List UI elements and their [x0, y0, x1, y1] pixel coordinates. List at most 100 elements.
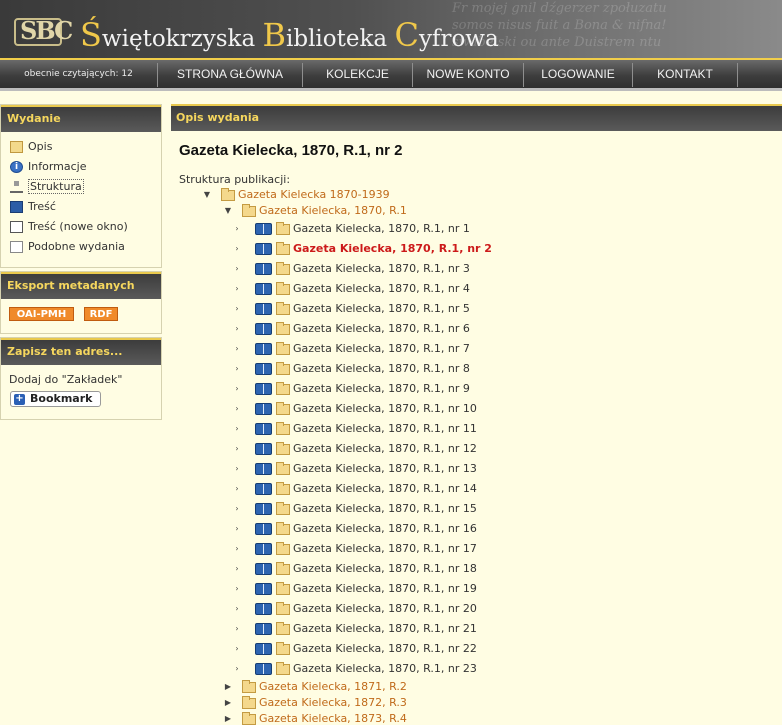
chevron-right-icon[interactable]: › [232, 299, 242, 319]
edition-link-description[interactable]: Opis [1, 137, 161, 157]
chevron-right-icon[interactable]: › [232, 219, 242, 239]
book-icon[interactable] [255, 603, 272, 615]
tree-item-label[interactable]: Gazeta Kielecka, 1870, R.1, nr 20 [293, 599, 477, 619]
book-icon[interactable] [255, 263, 272, 275]
tree-item-label[interactable]: Gazeta Kielecka, 1870, R.1, nr 6 [293, 319, 470, 339]
edition-link-info[interactable]: i Informacje [1, 157, 161, 177]
book-icon[interactable] [255, 403, 272, 415]
chevron-right-icon[interactable]: › [232, 639, 242, 659]
book-icon[interactable] [255, 663, 272, 675]
info-icon: i [10, 161, 23, 173]
folder-icon [276, 482, 290, 495]
tree-issue: › Gazeta Kielecka, 1870, R.1, nr 11 [0, 419, 782, 439]
chevron-right-icon[interactable]: › [232, 239, 242, 259]
tree-item-label[interactable]: Gazeta Kielecka, 1870, R.1, nr 9 [293, 379, 470, 399]
book-icon[interactable] [255, 563, 272, 575]
chevron-right-icon[interactable]: › [232, 319, 242, 339]
chevron-right-icon[interactable]: › [232, 279, 242, 299]
nav-new-account[interactable]: NOWE KONTO [413, 60, 523, 88]
tree-item-label[interactable]: Gazeta Kielecka, 1870, R.1, nr 12 [293, 439, 477, 459]
tree-item-label[interactable]: Gazeta Kielecka, 1870, R.1, nr 22 [293, 639, 477, 659]
chevron-right-icon[interactable]: › [232, 379, 242, 399]
book-icon[interactable] [255, 383, 272, 395]
chevron-right-icon[interactable]: › [232, 339, 242, 359]
book-icon[interactable] [255, 343, 272, 355]
book-icon[interactable] [255, 323, 272, 335]
folder-icon [276, 322, 290, 335]
tree-item-label[interactable]: Gazeta Kielecka, 1870, R.1, nr 8 [293, 359, 470, 379]
folder-icon [276, 342, 290, 355]
tree-item-label[interactable]: Gazeta Kielecka, 1870, R.1, nr 17 [293, 539, 477, 559]
book-icon[interactable] [255, 643, 272, 655]
chevron-right-icon[interactable]: › [232, 519, 242, 539]
expand-toggle-icon[interactable]: ▶ [223, 709, 233, 725]
tree-item-label[interactable]: Gazeta Kielecka, 1870, R.1, nr 15 [293, 499, 477, 519]
nav-collections[interactable]: KOLEKCJE [303, 60, 412, 88]
book-icon[interactable] [255, 543, 272, 555]
chevron-right-icon[interactable]: › [232, 419, 242, 439]
book-icon[interactable] [255, 363, 272, 375]
tree-item-label[interactable]: Gazeta Kielecka, 1870, R.1, nr 3 [293, 259, 470, 279]
decor-line: somos nisus fuit a Bona & nifna! [452, 18, 667, 33]
book-icon[interactable] [255, 523, 272, 535]
tree-item-label[interactable]: Gazeta Kielecka, 1870, R.1, nr 11 [293, 419, 477, 439]
book-icon[interactable] [255, 583, 272, 595]
chevron-right-icon[interactable]: › [232, 599, 242, 619]
nav-contact[interactable]: KONTAKT [633, 60, 737, 88]
chevron-right-icon[interactable]: › [232, 559, 242, 579]
chevron-right-icon[interactable]: › [232, 479, 242, 499]
chevron-right-icon[interactable]: › [232, 579, 242, 599]
folder-icon [276, 502, 290, 515]
chevron-right-icon[interactable]: › [232, 539, 242, 559]
title-cap: C [394, 16, 419, 54]
chevron-right-icon[interactable]: › [232, 439, 242, 459]
tree-item-label[interactable]: Gazeta Kielecka, 1870, R.1, nr 2 [293, 239, 492, 259]
book-icon[interactable] [255, 503, 272, 515]
tree-item-label[interactable]: Gazeta Kielecka, 1870, R.1, nr 1 [293, 219, 470, 239]
collapse-toggle-icon[interactable]: ▼ [223, 201, 233, 221]
tree-issue: › Gazeta Kielecka, 1870, R.1, nr 14 [0, 479, 782, 499]
tree-item-label[interactable]: Gazeta Kielecka, 1870, R.1, nr 18 [293, 559, 477, 579]
tree-item-label[interactable]: Gazeta Kielecka, 1870, R.1, nr 16 [293, 519, 477, 539]
book-icon[interactable] [255, 243, 272, 255]
main-nav: obecnie czytających: 12 STRONA GŁÓWNA KO… [0, 58, 782, 91]
folder-icon [276, 302, 290, 315]
tree-issue: › Gazeta Kielecka, 1870, R.1, nr 21 [0, 619, 782, 639]
site-logo[interactable]: SBC [14, 16, 73, 46]
chevron-right-icon[interactable]: › [232, 399, 242, 419]
folder-icon [276, 242, 290, 255]
chevron-right-icon[interactable]: › [232, 459, 242, 479]
chevron-right-icon[interactable]: › [232, 499, 242, 519]
book-icon[interactable] [255, 443, 272, 455]
title-word: yfrowa [418, 26, 499, 52]
tree-item-label[interactable]: Gazeta Kielecka, 1870, R.1, nr 13 [293, 459, 477, 479]
chevron-right-icon[interactable]: › [232, 619, 242, 639]
tree-item-label[interactable]: Gazeta Kielecka, 1870, R.1, nr 23 [293, 659, 477, 679]
chevron-right-icon[interactable]: › [232, 259, 242, 279]
book-icon[interactable] [255, 483, 272, 495]
tree-item-label[interactable]: Gazeta Kielecka, 1870, R.1 [259, 201, 407, 221]
folder-icon [276, 382, 290, 395]
tree-item-label[interactable]: Gazeta Kielecka, 1870, R.1, nr 14 [293, 479, 477, 499]
tree-item-label[interactable]: Gazeta Kielecka, 1870, R.1, nr 5 [293, 299, 470, 319]
book-icon[interactable] [255, 423, 272, 435]
book-icon[interactable] [255, 223, 272, 235]
tree-item-label[interactable]: Gazeta Kielecka, 1870, R.1, nr 21 [293, 619, 477, 639]
folder-icon [276, 262, 290, 275]
book-icon[interactable] [255, 463, 272, 475]
tree-item-label[interactable]: Gazeta Kielecka, 1870, R.1, nr 19 [293, 579, 477, 599]
book-icon[interactable] [255, 623, 272, 635]
tree-item-label[interactable]: Gazeta Kielecka, 1870, R.1, nr 4 [293, 279, 470, 299]
chevron-right-icon[interactable]: › [232, 359, 242, 379]
folder-icon [276, 582, 290, 595]
chevron-right-icon[interactable]: › [232, 659, 242, 679]
nav-home[interactable]: STRONA GŁÓWNA [158, 60, 302, 88]
book-icon[interactable] [255, 283, 272, 295]
tree-item-label[interactable]: Gazeta Kielecka, 1870, R.1, nr 10 [293, 399, 477, 419]
folder-icon [276, 622, 290, 635]
nav-login[interactable]: LOGOWANIE [524, 60, 632, 88]
tree-issue: › Gazeta Kielecka, 1870, R.1, nr 17 [0, 539, 782, 559]
book-icon[interactable] [255, 303, 272, 315]
tree-item-label[interactable]: Gazeta Kielecka, 1870, R.1, nr 7 [293, 339, 470, 359]
tree-item-label[interactable]: Gazeta Kielecka, 1873, R.4 [259, 709, 407, 725]
